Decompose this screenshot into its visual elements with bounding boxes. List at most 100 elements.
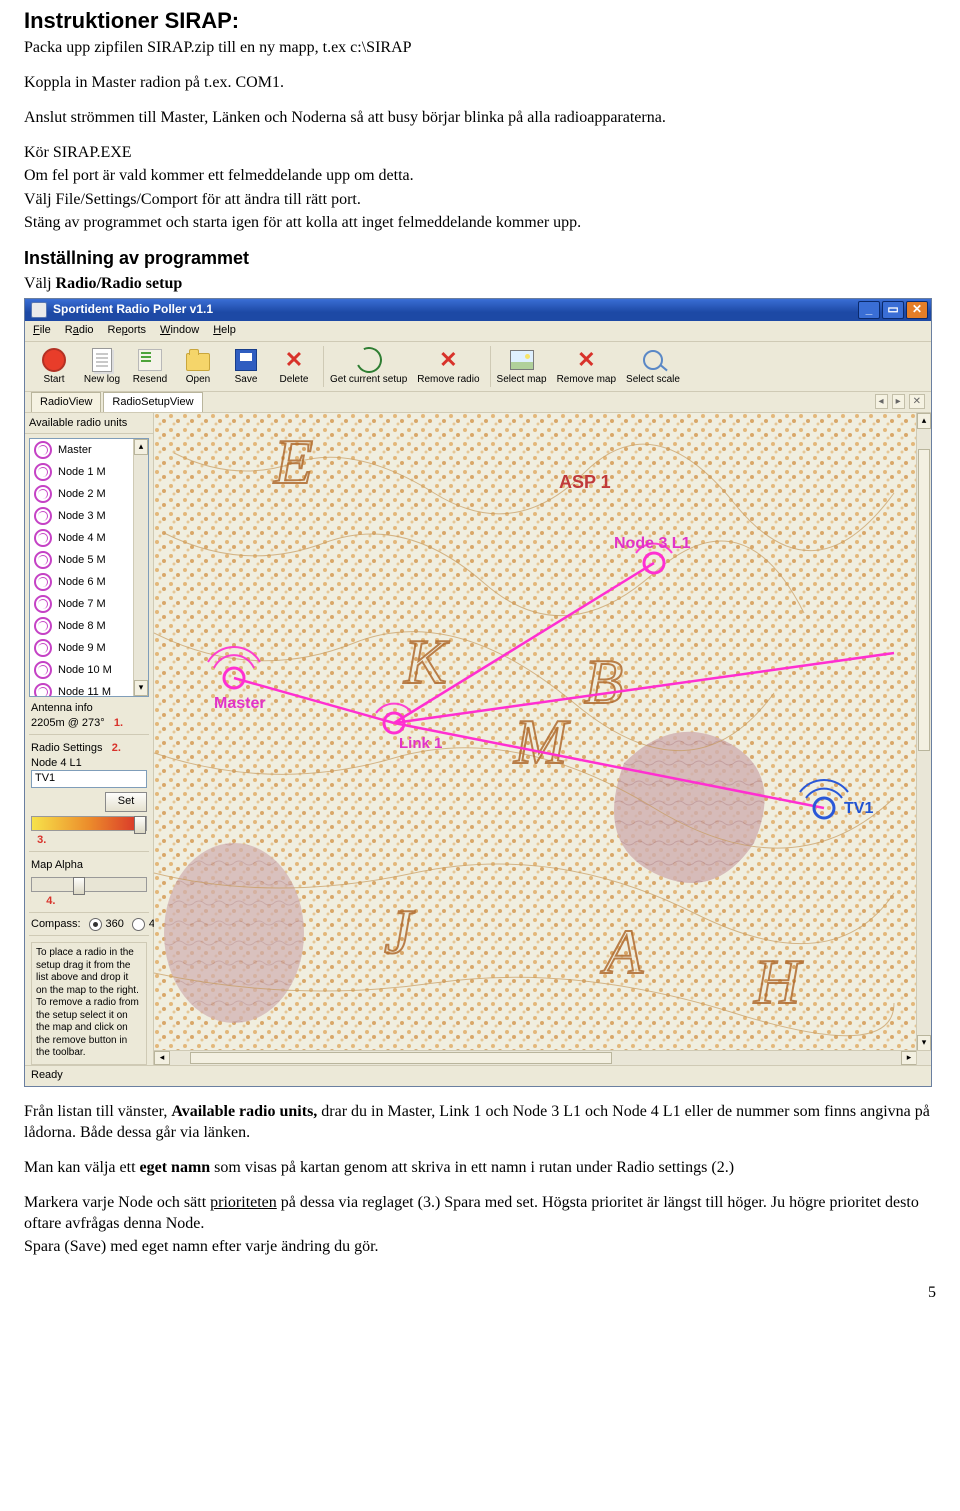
select-scale-button[interactable]: Select scale bbox=[622, 346, 684, 387]
text: Välj bbox=[24, 275, 56, 292]
map-label-node3l1: Node 3 L1 bbox=[614, 535, 691, 552]
menu-help[interactable]: Help bbox=[213, 323, 236, 338]
image-icon bbox=[510, 350, 534, 370]
svg-text:H: H bbox=[753, 946, 804, 1017]
scroll-thumb[interactable] bbox=[918, 449, 930, 751]
resend-icon bbox=[138, 349, 162, 371]
start-button[interactable]: Start bbox=[31, 346, 77, 387]
unit-row[interactable]: Node 2 M bbox=[30, 483, 148, 505]
listbox-scrollbar[interactable]: ▴ ▾ bbox=[133, 439, 148, 696]
unit-label: Node 11 M bbox=[58, 685, 111, 697]
unit-row[interactable]: Node 8 M bbox=[30, 615, 148, 637]
toolbar-label: New log bbox=[84, 373, 120, 386]
radio-off-icon bbox=[132, 918, 145, 931]
toolbar-label: Remove map bbox=[557, 373, 616, 386]
scroll-up-icon[interactable]: ▴ bbox=[917, 413, 931, 429]
antenna-info-label: Antenna info bbox=[25, 697, 153, 716]
map-h-scroll[interactable]: ◂ ▸ bbox=[154, 1050, 917, 1065]
svg-text:M: M bbox=[513, 706, 571, 777]
page-number: 5 bbox=[24, 1282, 936, 1303]
scroll-thumb[interactable] bbox=[190, 1052, 612, 1064]
toolbar-label: Delete bbox=[280, 373, 309, 386]
set-button[interactable]: Set bbox=[105, 792, 147, 812]
compass-option-360[interactable]: 360 bbox=[89, 917, 124, 932]
menu-file[interactable]: File bbox=[33, 323, 51, 338]
tab-scroll-right[interactable]: ▸ bbox=[892, 394, 905, 409]
toolbar-label: Select scale bbox=[626, 373, 680, 386]
menu-window[interactable]: Window bbox=[160, 323, 199, 338]
magnify-icon bbox=[643, 350, 663, 370]
radio-name-input[interactable]: TV1 bbox=[31, 770, 147, 788]
unit-row[interactable]: Node 5 M bbox=[30, 549, 148, 571]
unit-label: Node 4 M bbox=[58, 531, 106, 546]
unit-row[interactable]: Node 11 M bbox=[30, 681, 148, 697]
unit-row[interactable]: Node 10 M bbox=[30, 659, 148, 681]
slider-thumb[interactable] bbox=[73, 877, 85, 895]
radio-icon bbox=[34, 683, 52, 697]
x-icon: ✕ bbox=[577, 349, 595, 371]
slider-thumb[interactable] bbox=[134, 816, 146, 834]
unit-listbox[interactable]: MasterNode 1 MNode 2 M Node 3 M Node 4 M No… bbox=[29, 438, 149, 697]
save-button[interactable]: Save bbox=[223, 346, 269, 387]
unit-row[interactable]: Node 1 M bbox=[30, 461, 148, 483]
svg-text:A: A bbox=[600, 916, 644, 987]
radio-icon bbox=[34, 661, 52, 679]
toolbar-label: Resend bbox=[133, 373, 167, 386]
sidebar-heading: Available radio units bbox=[25, 413, 153, 435]
option-label: 360 bbox=[106, 917, 124, 932]
tab-scroll-left[interactable]: ◂ bbox=[875, 394, 888, 409]
unit-label: Node 8 M bbox=[58, 619, 106, 634]
newlog-button[interactable]: New log bbox=[79, 346, 125, 387]
unit-row[interactable]: Node 3 M bbox=[30, 505, 148, 527]
map-label-link1: Link 1 bbox=[399, 735, 442, 752]
paragraph: Anslut strömmen till Master, Länken och … bbox=[24, 107, 936, 128]
map-v-scroll[interactable]: ▴ ▾ bbox=[916, 413, 931, 1051]
unit-label: Node 3 M bbox=[58, 509, 106, 524]
resend-button[interactable]: Resend bbox=[127, 346, 173, 387]
unit-row[interactable]: Node 4 M bbox=[30, 527, 148, 549]
map-label-tv1: TV1 bbox=[844, 800, 873, 817]
text: 2. bbox=[717, 1159, 729, 1176]
radio-icon bbox=[34, 507, 52, 525]
open-button[interactable]: Open bbox=[175, 346, 221, 387]
maximize-button[interactable]: ▭ bbox=[882, 301, 904, 319]
unit-row[interactable]: Node 7 M bbox=[30, 593, 148, 615]
delete-button[interactable]: ✕ Delete bbox=[271, 346, 317, 387]
tab-radiosetupview[interactable]: RadioSetupView bbox=[103, 392, 202, 412]
minimize-button[interactable]: _ bbox=[858, 301, 880, 319]
toolbar-label: Remove radio bbox=[417, 373, 479, 386]
close-button[interactable]: ✕ bbox=[906, 301, 928, 319]
scroll-down-icon[interactable]: ▾ bbox=[134, 680, 148, 696]
antenna-info-value: 2205m @ 273° bbox=[31, 717, 105, 729]
menu-radio[interactable]: Radio bbox=[65, 323, 94, 338]
scroll-down-icon[interactable]: ▾ bbox=[917, 1035, 931, 1051]
text: Man kan välja ett bbox=[24, 1159, 140, 1176]
toolbar: Start New log Resend Open Save ✕ Delete … bbox=[25, 342, 931, 392]
get-setup-button[interactable]: Get current setup bbox=[323, 346, 411, 387]
hint-text: To place a radio in the setup drag it fr… bbox=[31, 942, 147, 1065]
unit-label: Node 9 M bbox=[58, 641, 106, 656]
titlebar[interactable]: Sportident Radio Poller v1.1 _ ▭ ✕ bbox=[25, 299, 931, 321]
unit-label: Node 7 M bbox=[58, 597, 106, 612]
unit-row[interactable]: Node 9 M bbox=[30, 637, 148, 659]
radio-icon bbox=[34, 441, 52, 459]
map-alpha-slider[interactable] bbox=[31, 877, 147, 892]
tab-close[interactable]: ✕ bbox=[909, 394, 925, 409]
scroll-up-icon[interactable]: ▴ bbox=[134, 439, 148, 455]
text: på dessa via reglaget ( bbox=[277, 1194, 423, 1211]
paragraph: Stäng av programmet och starta igen för … bbox=[24, 212, 936, 233]
map-canvas[interactable]: E K M B J A H ASP 1 bbox=[154, 413, 931, 1065]
toolbar-label: Save bbox=[235, 373, 258, 386]
tab-radioview[interactable]: RadioView bbox=[31, 392, 101, 412]
unit-row[interactable]: Node 6 M bbox=[30, 571, 148, 593]
select-map-button[interactable]: Select map bbox=[490, 346, 551, 387]
unit-row[interactable]: Master bbox=[30, 439, 148, 461]
remove-map-button[interactable]: ✕ Remove map bbox=[553, 346, 620, 387]
toolbar-label: Start bbox=[43, 373, 64, 386]
sidebar: Available radio units MasterNode 1 MNode… bbox=[25, 413, 154, 1065]
scroll-left-icon[interactable]: ◂ bbox=[154, 1051, 170, 1065]
remove-radio-button[interactable]: ✕ Remove radio bbox=[413, 346, 483, 387]
scroll-right-icon[interactable]: ▸ bbox=[901, 1051, 917, 1065]
menu-reports[interactable]: Reports bbox=[108, 323, 147, 338]
priority-slider[interactable] bbox=[31, 816, 147, 831]
